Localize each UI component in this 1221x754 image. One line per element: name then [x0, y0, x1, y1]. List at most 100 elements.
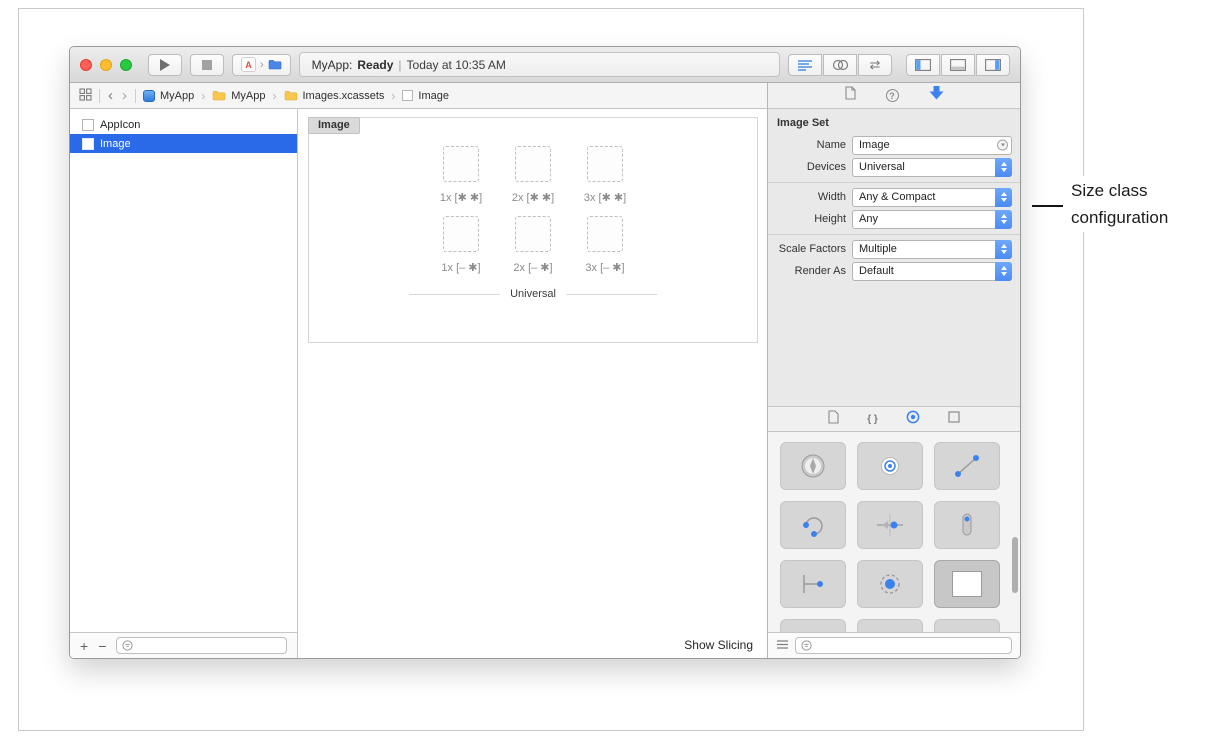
- form-row-render-as: Render As Default: [768, 262, 1012, 281]
- scheme-selector[interactable]: A ›: [232, 54, 291, 76]
- separator: [768, 234, 1020, 235]
- assistant-editor-icon: [832, 59, 849, 71]
- divider: [99, 89, 100, 103]
- close-button[interactable]: [80, 59, 92, 71]
- render-as-popup[interactable]: Default: [852, 262, 1012, 281]
- chevron-right-icon: ›: [201, 89, 205, 103]
- panel-toggle-buttons: [906, 54, 1010, 76]
- image-well[interactable]: [443, 146, 479, 182]
- pin-icon: [945, 509, 989, 541]
- sidebar-item[interactable]: Image: [70, 134, 297, 153]
- library-item[interactable]: [857, 619, 923, 632]
- library-item[interactable]: [857, 501, 923, 549]
- image-set-icon: [82, 138, 94, 150]
- library-item[interactable]: [857, 560, 923, 608]
- group-divider: Universal: [409, 288, 657, 300]
- breadcrumb-label: MyApp: [160, 90, 194, 102]
- standard-editor-button[interactable]: [788, 54, 822, 76]
- file-inspector-tab[interactable]: [845, 86, 856, 105]
- sidebar-filter-input[interactable]: [137, 640, 281, 651]
- media-library-tab[interactable]: [906, 410, 920, 429]
- minimize-button[interactable]: [100, 59, 112, 71]
- file-icon: [845, 86, 856, 100]
- library-item[interactable]: [857, 442, 923, 490]
- popup-stepper-icon: [995, 240, 1012, 259]
- devices-popup[interactable]: Universal: [852, 158, 1012, 177]
- library-item[interactable]: [780, 619, 846, 632]
- code-snippet-library-tab[interactable]: { }: [867, 414, 878, 425]
- show-slicing-button[interactable]: Show Slicing: [684, 638, 753, 652]
- stop-icon: [202, 60, 212, 70]
- breadcrumb-item-project[interactable]: MyApp: [143, 90, 194, 102]
- image-slot[interactable]: 3x [– ✱]: [573, 216, 637, 274]
- asset-list: AppIcon Image: [70, 109, 297, 632]
- forward-button[interactable]: ›: [121, 88, 128, 103]
- file-template-library-tab[interactable]: [828, 410, 839, 429]
- target-icon: [868, 450, 912, 482]
- popup-value: Any: [853, 211, 1011, 228]
- image-well[interactable]: [515, 146, 551, 182]
- library-item[interactable]: [934, 619, 1000, 632]
- toggle-navigator-button[interactable]: [906, 54, 940, 76]
- slot-row: 1x [– ✱] 2x [– ✱]: [429, 216, 637, 274]
- image-well[interactable]: [443, 216, 479, 252]
- library-item[interactable]: [780, 442, 846, 490]
- library-item[interactable]: [934, 560, 1000, 608]
- activity-viewer: MyApp: Ready | Today at 10:35 AM: [299, 52, 780, 77]
- image-slot[interactable]: 2x [– ✱]: [501, 216, 565, 274]
- width-popup[interactable]: Any & Compact: [852, 188, 1012, 207]
- stop-button[interactable]: [190, 54, 224, 76]
- field-label: Devices: [768, 161, 846, 173]
- version-editor-button[interactable]: ⇄: [858, 54, 892, 76]
- name-field[interactable]: [852, 136, 1012, 155]
- breadcrumb-item-image[interactable]: Image: [402, 90, 449, 102]
- dashed-circle-icon: [868, 568, 912, 600]
- back-button[interactable]: ‹: [107, 88, 114, 103]
- inspector-empty-area: [768, 286, 1020, 407]
- image-well[interactable]: [587, 216, 623, 252]
- anchor-line-icon: [791, 568, 835, 600]
- run-button[interactable]: [148, 54, 182, 76]
- breadcrumb-item-xcassets[interactable]: Images.xcassets: [284, 90, 385, 102]
- breadcrumb-label: Images.xcassets: [303, 90, 385, 102]
- version-editor-icon: ⇄: [870, 58, 881, 71]
- editor-bottom-bar: Show Slicing: [298, 632, 767, 658]
- name-menu-button[interactable]: [997, 139, 1008, 150]
- quick-help-tab[interactable]: ?: [886, 89, 899, 102]
- sidebar-item[interactable]: AppIcon: [70, 115, 297, 134]
- image-well[interactable]: [587, 146, 623, 182]
- library-filter-field[interactable]: [795, 637, 1012, 654]
- object-library-tab[interactable]: [948, 410, 960, 428]
- toggle-debug-area-button[interactable]: [941, 54, 975, 76]
- debug-panel-icon: [950, 59, 966, 71]
- line-endpoints-icon: [945, 450, 989, 482]
- image-slot[interactable]: 1x [– ✱]: [429, 216, 493, 274]
- image-slot[interactable]: 3x [✱ ✱]: [573, 146, 637, 204]
- destination-icon: [268, 59, 282, 70]
- scrollbar-thumb[interactable]: [1012, 537, 1018, 593]
- add-asset-button[interactable]: +: [80, 639, 88, 653]
- form-row-scale-factors: Scale Factors Multiple: [768, 240, 1012, 259]
- image-slot[interactable]: 1x [✱ ✱]: [429, 146, 493, 204]
- slot-label: 3x [– ✱]: [585, 261, 624, 274]
- remove-asset-button[interactable]: −: [98, 639, 106, 653]
- library-item[interactable]: [780, 501, 846, 549]
- library-item[interactable]: [934, 501, 1000, 549]
- image-well[interactable]: [515, 216, 551, 252]
- assistant-editor-button[interactable]: [823, 54, 857, 76]
- library-item[interactable]: [780, 560, 846, 608]
- related-items-button[interactable]: [79, 88, 92, 104]
- filter-icon: [801, 640, 812, 651]
- library-filter-input[interactable]: [816, 640, 1006, 651]
- image-slot[interactable]: 2x [✱ ✱]: [501, 146, 565, 204]
- height-popup[interactable]: Any: [852, 210, 1012, 229]
- library-item[interactable]: [934, 442, 1000, 490]
- toggle-utilities-button[interactable]: [976, 54, 1010, 76]
- scale-factors-popup[interactable]: Multiple: [852, 240, 1012, 259]
- sidebar-filter-field[interactable]: [116, 637, 287, 654]
- zoom-button[interactable]: [120, 59, 132, 71]
- breadcrumb-item-group[interactable]: MyApp: [212, 90, 265, 102]
- library-view-mode-button[interactable]: [776, 637, 789, 655]
- attributes-inspector-tab[interactable]: [929, 86, 944, 105]
- utilities-panel-icon: [985, 59, 1001, 71]
